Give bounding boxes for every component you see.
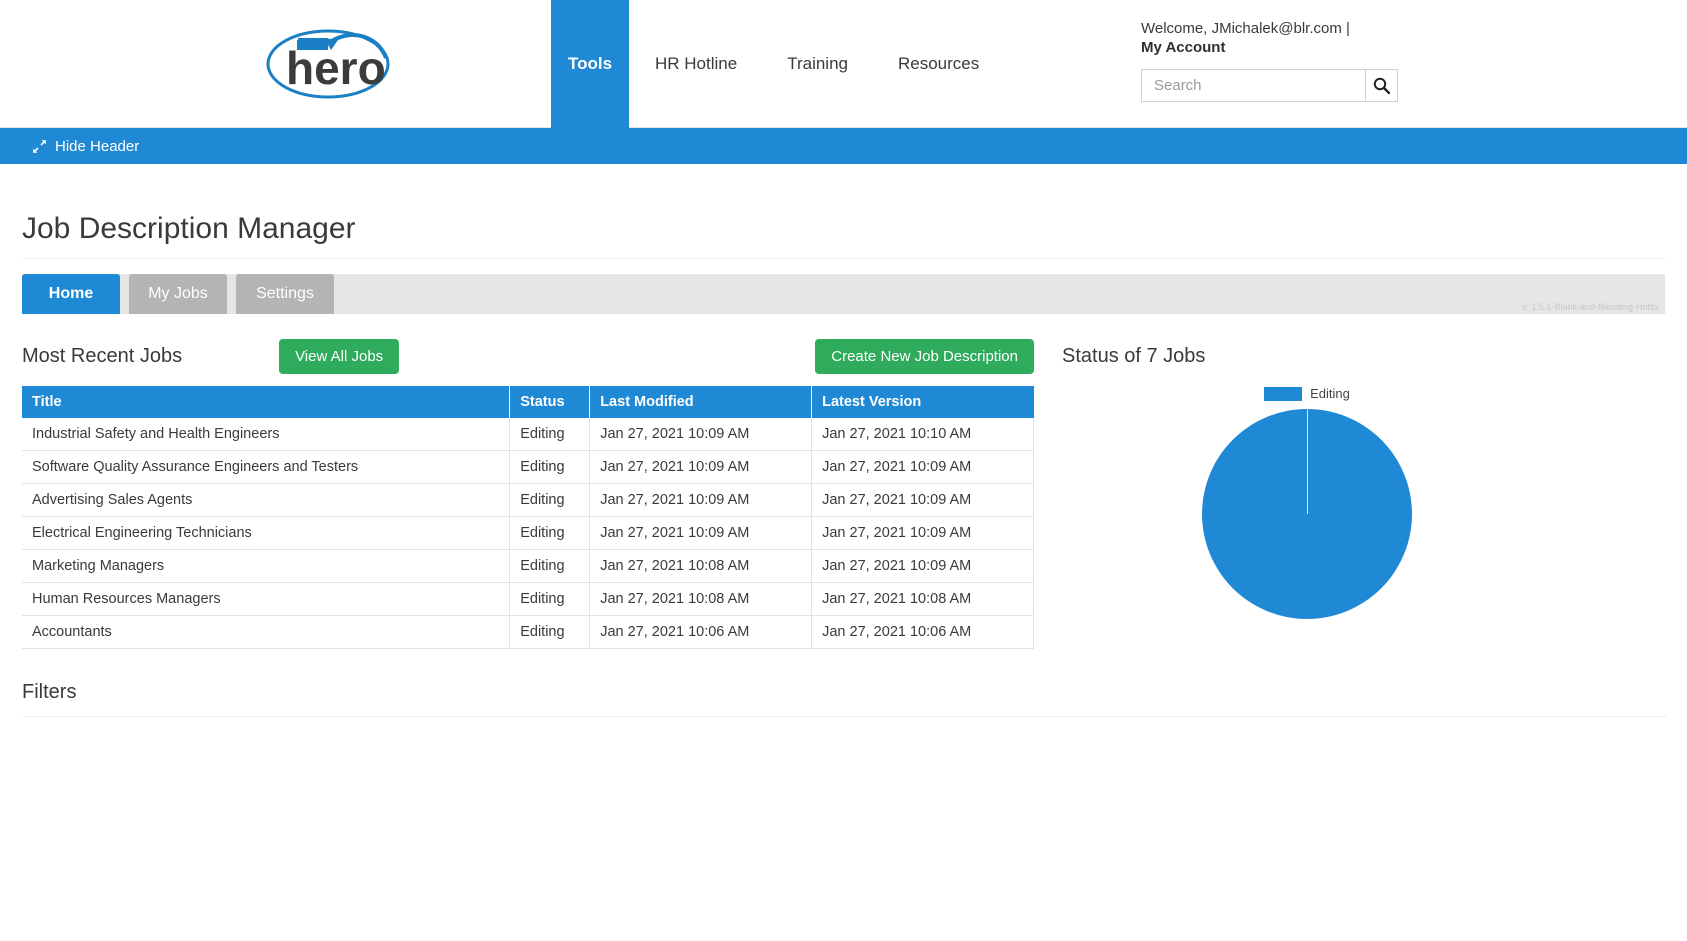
cell-title[interactable]: Industrial Safety and Health Engineers <box>22 418 511 451</box>
nav-item-tools-label: Tools <box>567 54 613 73</box>
column-header-status[interactable]: Status <box>509 386 591 418</box>
pie-wrap <box>1062 409 1552 619</box>
hr-hero-logo[interactable]: HR hero <box>262 18 402 106</box>
nav-item-training[interactable]: Training <box>787 54 848 74</box>
primary-nav: HR Hotline Training Resources <box>640 0 979 128</box>
pie-slice-editing[interactable] <box>1202 409 1412 619</box>
recent-jobs-panel: Most Recent Jobs View All Jobs Create Ne… <box>22 336 1034 651</box>
tab-settings[interactable]: Settings <box>236 274 334 314</box>
tab-home[interactable]: Home <box>22 274 120 314</box>
page-title: Job Description Manager <box>22 164 1665 259</box>
cell-latest-version: Jan 27, 2021 10:09 AM <box>811 516 1034 550</box>
cell-title[interactable]: Software Quality Assurance Engineers and… <box>22 450 511 484</box>
table-head: Title Status Last Modified Latest Versio… <box>22 386 1034 418</box>
pie-seam <box>1307 409 1308 514</box>
table-row[interactable]: Industrial Safety and Health Engineers E… <box>22 418 1034 451</box>
cell-last-modified: Jan 27, 2021 10:09 AM <box>589 483 813 517</box>
page-body: Job Description Manager Home My Jobs Set… <box>0 164 1687 717</box>
cell-latest-version: Jan 27, 2021 10:09 AM <box>811 549 1034 583</box>
search-box <box>1141 69 1398 102</box>
svg-text:hero: hero <box>286 42 386 94</box>
cell-status: Editing <box>509 615 591 649</box>
status-chart-panel: Status of 7 Jobs Editing <box>1034 336 1665 651</box>
column-header-latest-version[interactable]: Latest Version <box>811 386 1034 418</box>
cell-status: Editing <box>509 516 591 550</box>
cell-status: Editing <box>509 582 591 616</box>
column-header-last-modified[interactable]: Last Modified <box>589 386 813 418</box>
cell-latest-version: Jan 27, 2021 10:06 AM <box>811 615 1034 649</box>
table-row[interactable]: Accountants Editing Jan 27, 2021 10:06 A… <box>22 615 1034 649</box>
my-account-link[interactable]: My Account <box>1141 39 1225 56</box>
welcome-text: Welcome, JMichalek@blr.com | <box>1141 20 1350 37</box>
cell-latest-version: Jan 27, 2021 10:09 AM <box>811 483 1034 517</box>
table-row[interactable]: Software Quality Assurance Engineers and… <box>22 450 1034 484</box>
cell-status: Editing <box>509 483 591 517</box>
table-body: Industrial Safety and Health Engineers E… <box>22 418 1034 649</box>
cell-last-modified: Jan 27, 2021 10:09 AM <box>589 418 813 451</box>
cell-latest-version: Jan 27, 2021 10:09 AM <box>811 450 1034 484</box>
resize-collapse-icon <box>32 139 47 153</box>
table-header-row: Title Status Last Modified Latest Versio… <box>22 386 1034 418</box>
table-row[interactable]: Electrical Engineering Technicians Editi… <box>22 516 1034 550</box>
column-header-title[interactable]: Title <box>22 386 511 418</box>
filters-title: Filters <box>22 681 1667 717</box>
status-pie-chart: Editing <box>1062 386 1552 651</box>
nav-item-resources[interactable]: Resources <box>898 54 979 74</box>
account-area: Welcome, JMichalek@blr.com | My Account <box>1141 20 1441 102</box>
search-input[interactable] <box>1141 69 1365 102</box>
cell-last-modified: Jan 27, 2021 10:09 AM <box>589 450 813 484</box>
status-chart-title: Status of 7 Jobs <box>1062 344 1206 367</box>
hide-header-label: Hide Header <box>55 137 140 155</box>
cell-status: Editing <box>509 450 591 484</box>
cell-title[interactable]: Marketing Managers <box>22 549 511 583</box>
cell-last-modified: Jan 27, 2021 10:09 AM <box>589 516 813 550</box>
search-button[interactable] <box>1365 69 1398 102</box>
cell-title[interactable]: Human Resources Managers <box>22 582 511 616</box>
legend-label-editing[interactable]: Editing <box>1310 386 1350 401</box>
tab-settings-label: Settings <box>256 285 314 302</box>
cell-status: Editing <box>509 418 591 451</box>
search-icon <box>1373 77 1390 94</box>
legend-swatch-editing <box>1264 386 1303 401</box>
cell-title[interactable]: Accountants <box>22 615 511 649</box>
recent-jobs-table: Title Status Last Modified Latest Versio… <box>22 386 1034 649</box>
cell-last-modified: Jan 27, 2021 10:08 AM <box>589 582 813 616</box>
main-content: Most Recent Jobs View All Jobs Create Ne… <box>22 336 1665 651</box>
nav-item-hr-hotline[interactable]: HR Hotline <box>655 54 737 74</box>
tab-my-jobs[interactable]: My Jobs <box>129 274 227 314</box>
cell-last-modified: Jan 27, 2021 10:08 AM <box>589 549 813 583</box>
view-all-jobs-button[interactable]: View All Jobs <box>279 338 400 374</box>
cell-latest-version: Jan 27, 2021 10:10 AM <box>811 418 1034 451</box>
tab-home-label: Home <box>48 285 94 302</box>
hide-header-bar[interactable]: Hide Header <box>0 128 1687 164</box>
site-header: HR hero Tools HR Hotline Training Resour… <box>0 0 1687 128</box>
table-row[interactable]: Marketing Managers Editing Jan 27, 2021 … <box>22 549 1034 583</box>
chart-legend: Editing <box>1062 386 1552 401</box>
cell-status: Editing <box>509 549 591 583</box>
tab-my-jobs-label: My Jobs <box>148 285 208 302</box>
create-new-job-description-button[interactable]: Create New Job Description <box>815 338 1034 374</box>
recent-jobs-header: Most Recent Jobs View All Jobs Create Ne… <box>22 336 1034 376</box>
hr-hero-logo-svg: HR hero <box>266 29 390 99</box>
version-label: v: 1.5.1-Blank-and-Blending-Hotfix <box>1521 302 1659 312</box>
recent-jobs-title: Most Recent Jobs <box>22 344 183 367</box>
table-row[interactable]: Human Resources Managers Editing Jan 27,… <box>22 582 1034 616</box>
nav-item-tools[interactable]: Tools <box>551 0 629 128</box>
table-row[interactable]: Advertising Sales Agents Editing Jan 27,… <box>22 483 1034 517</box>
tab-bar: Home My Jobs Settings v: 1.5.1-Blank-and… <box>22 274 1665 314</box>
cell-last-modified: Jan 27, 2021 10:06 AM <box>589 615 813 649</box>
cell-title[interactable]: Electrical Engineering Technicians <box>22 516 511 550</box>
cell-title[interactable]: Advertising Sales Agents <box>22 483 511 517</box>
cell-latest-version: Jan 27, 2021 10:08 AM <box>811 582 1034 616</box>
